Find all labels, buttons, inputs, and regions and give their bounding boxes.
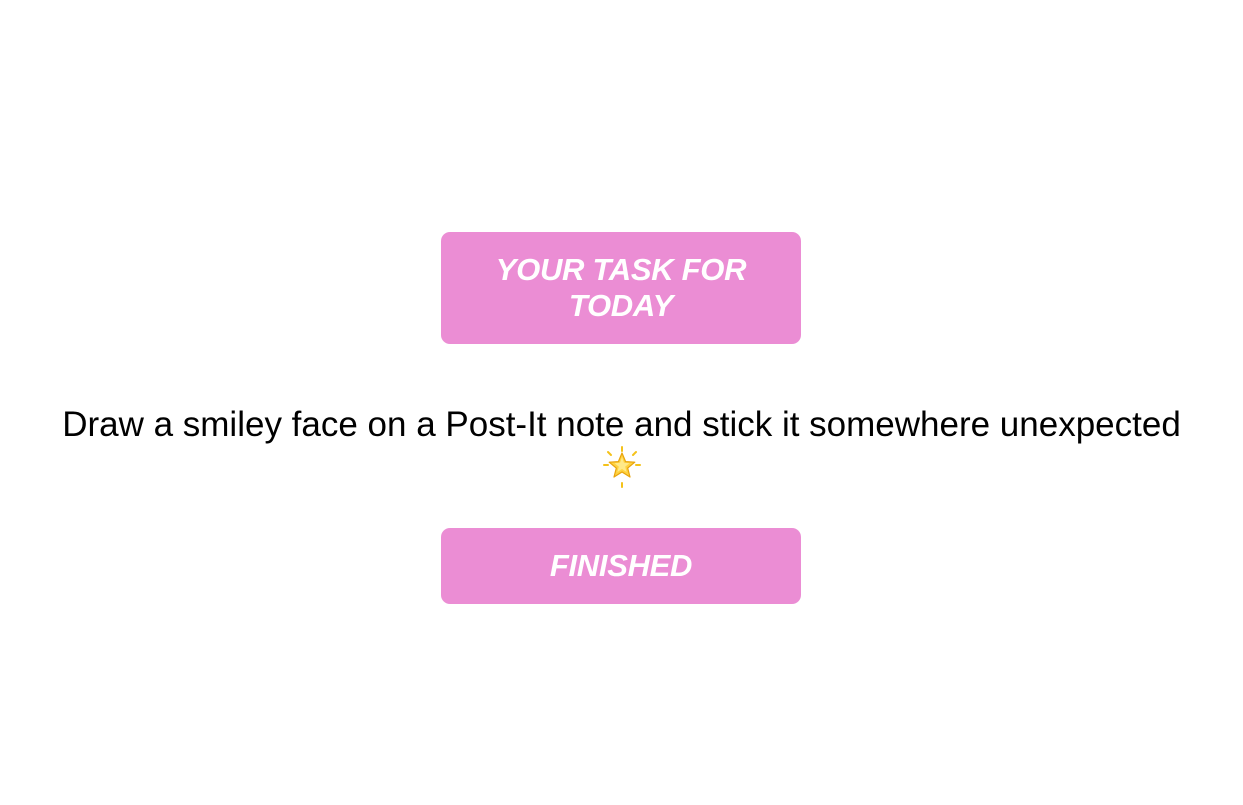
task-page: YOUR TASK FOR TODAY Draw a smiley face o… (0, 0, 1243, 805)
finished-button[interactable]: FINISHED (441, 528, 801, 604)
task-title-text: YOUR TASK FOR TODAY (495, 252, 747, 323)
glowing-star-icon (602, 446, 641, 488)
task-description: Draw a smiley face on a Post-It note and… (0, 404, 1243, 488)
finished-button-label: FINISHED (549, 548, 693, 583)
task-description-text: Draw a smiley face on a Post-It note and… (62, 405, 1181, 444)
task-title-badge: YOUR TASK FOR TODAY (441, 232, 801, 344)
